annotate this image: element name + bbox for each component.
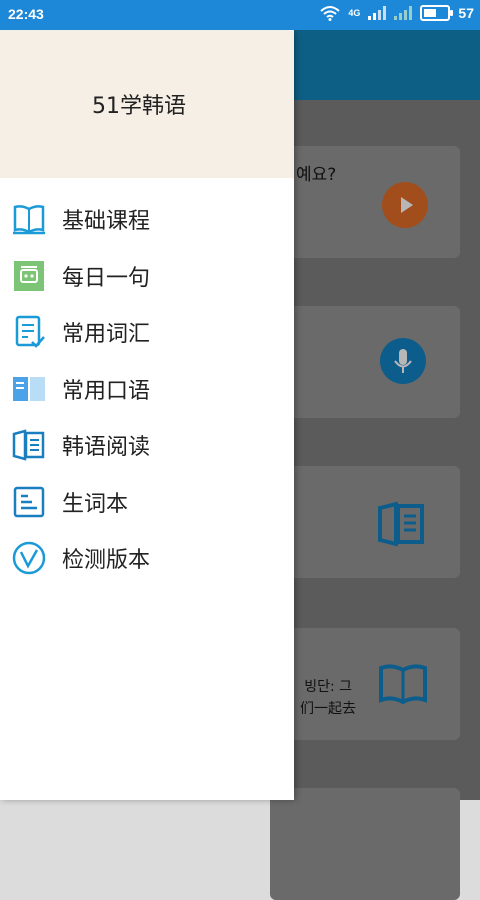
battery-level: 57: [458, 5, 474, 21]
reading-book-icon: [12, 429, 45, 461]
card-text-line1: 빙단: 그: [304, 679, 352, 695]
lesson-card[interactable]: 예요?: [270, 146, 460, 258]
microphone-icon: [394, 349, 412, 373]
play-icon: [401, 197, 413, 213]
wifi-icon: [320, 6, 341, 21]
signal-icon: [368, 6, 387, 20]
menu-item-vocabulary[interactable]: 常用词汇: [0, 303, 294, 360]
reading-card[interactable]: [270, 466, 460, 578]
menu-label: 常用口语: [62, 378, 151, 404]
status-time: 22:43: [8, 6, 44, 22]
daily-card[interactable]: [270, 306, 460, 418]
card-text-line2: 们一起去: [300, 701, 356, 717]
notebook-icon: [13, 486, 45, 517]
reading-book-icon: [378, 501, 424, 547]
drawer-header: 51学韩语: [0, 30, 294, 178]
menu-label: 每日一句: [62, 265, 151, 291]
menu-label: 检测版本: [62, 548, 151, 573]
navigation-drawer: 51学韩语 基础课程 每日一句 常用词汇 常用口语 韩语阅读 生词本 检测版本: [0, 30, 294, 800]
menu-item-check-version[interactable]: 检测版本: [0, 529, 294, 586]
app-title: 51学韩语: [92, 94, 186, 119]
vocabulary-list-icon: [15, 315, 45, 348]
menu-item-korean-reading[interactable]: 韩语阅读: [0, 416, 294, 473]
book-icon: [13, 205, 45, 235]
daily-sentence-icon: [14, 260, 44, 291]
drawer-menu: 基础课程 每日一句 常用词汇 常用口语 韩语阅读 生词本 检测版本: [0, 190, 294, 586]
version-check-icon: [12, 541, 46, 575]
menu-label: 韩语阅读: [62, 435, 151, 460]
menu-label: 常用词汇: [62, 322, 151, 347]
menu-item-daily-sentence[interactable]: 每日一句: [0, 247, 294, 304]
status-bar: 22:43 4G 57: [0, 0, 480, 30]
phrase-cards-icon: [13, 376, 45, 401]
menu-item-spoken-phrases[interactable]: 常用口语: [0, 360, 294, 417]
network-type: 4G: [348, 8, 361, 18]
signal-icon-2: [394, 6, 413, 20]
card-text: 예요?: [296, 165, 337, 185]
play-button[interactable]: [382, 182, 428, 228]
bottom-card[interactable]: [270, 788, 460, 900]
status-icons: 4G 57: [320, 5, 474, 21]
mic-button[interactable]: [380, 338, 426, 384]
menu-label: 基础课程: [62, 209, 151, 234]
menu-item-basic-course[interactable]: 基础课程: [0, 190, 294, 247]
sentence-card[interactable]: 빙단: 그 们一起去: [270, 628, 460, 740]
menu-item-word-notebook[interactable]: 生词本: [0, 473, 294, 530]
menu-label: 生词本: [62, 491, 129, 517]
battery-icon: [420, 5, 454, 21]
open-book-icon: [379, 664, 427, 704]
